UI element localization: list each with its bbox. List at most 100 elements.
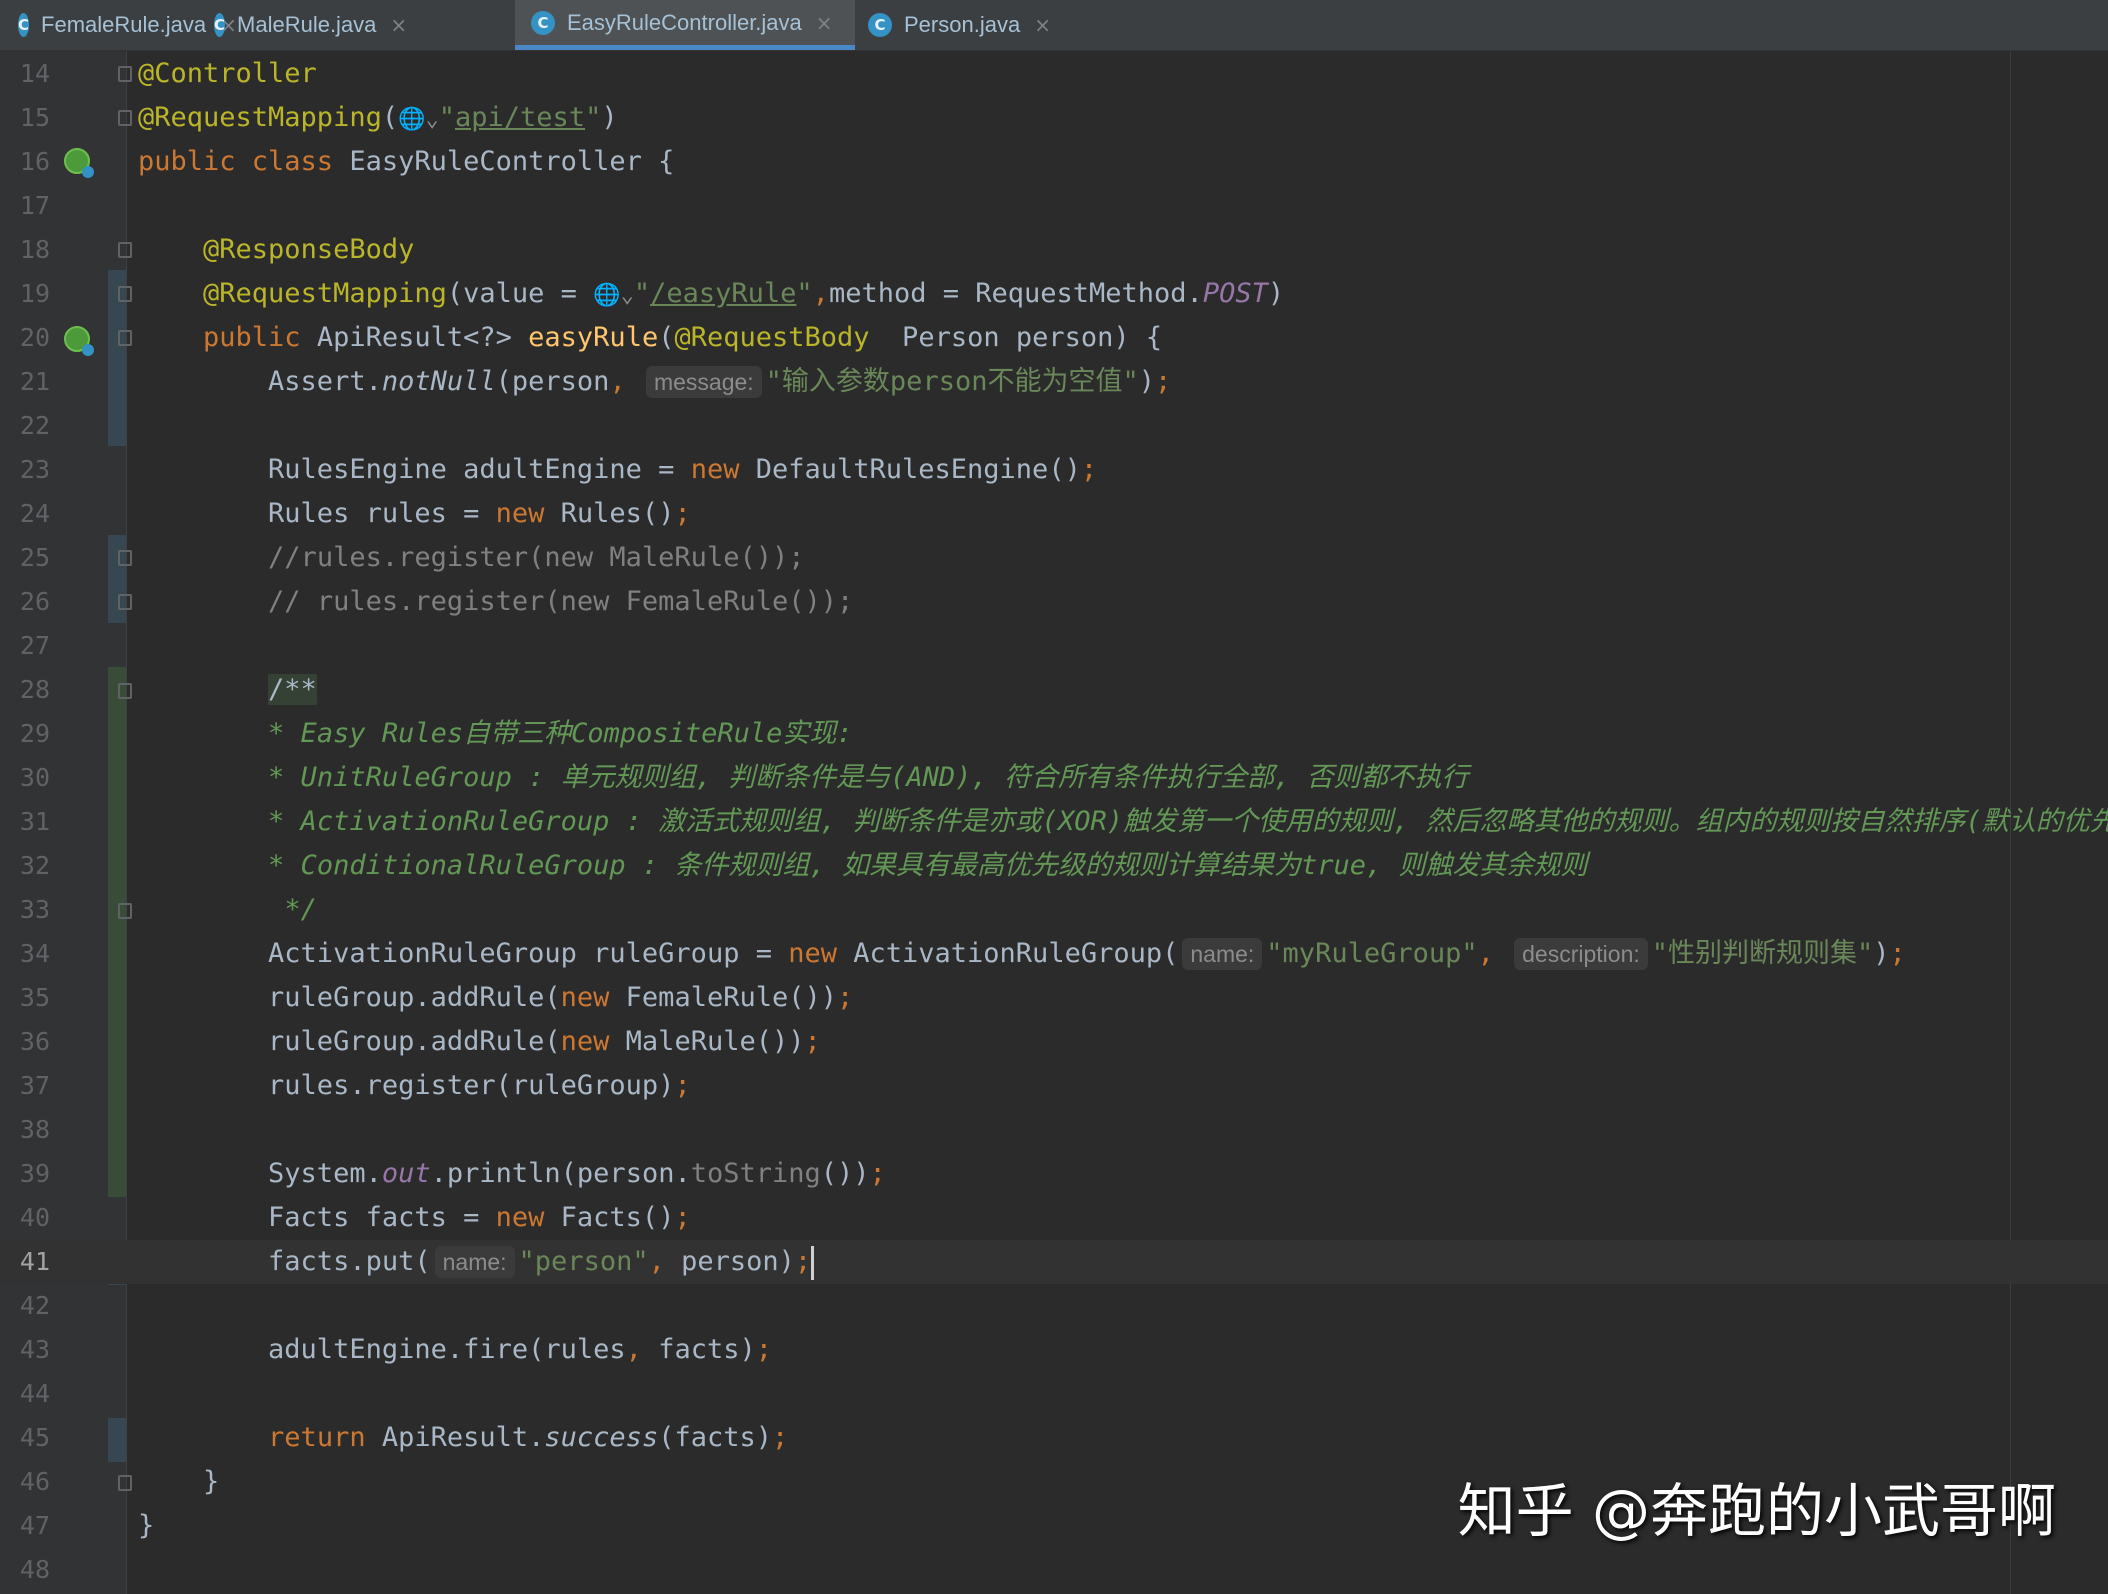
- line-number[interactable]: 19: [10, 272, 50, 316]
- code-line[interactable]: 30 * UnitRuleGroup : 单元规则组, 判断条件是与(AND),…: [0, 756, 2108, 800]
- code-text[interactable]: ActivationRuleGroup ruleGroup = new Acti…: [138, 932, 1906, 976]
- code-line[interactable]: 42: [0, 1284, 2108, 1328]
- code-line[interactable]: 27: [0, 624, 2108, 668]
- code-text[interactable]: @Controller: [138, 52, 317, 96]
- code-text[interactable]: * ActivationRuleGroup : 激活式规则组, 判断条件是亦或(…: [138, 800, 2108, 844]
- code-text[interactable]: @RequestMapping(value = 🌐⌄"/easyRule",me…: [138, 272, 1284, 318]
- line-number[interactable]: 20: [10, 316, 50, 360]
- code-text[interactable]: ruleGroup.addRule(new MaleRule());: [138, 1020, 821, 1064]
- tab-malerule[interactable]: C MaleRule.java ×: [214, 0, 407, 50]
- code-text[interactable]: facts.put(name: "person", person);: [138, 1240, 815, 1284]
- code-line[interactable]: 22: [0, 404, 2108, 448]
- code-text[interactable]: System.out.println(person.toString());: [138, 1152, 886, 1196]
- line-number[interactable]: 34: [10, 932, 50, 976]
- line-number[interactable]: 40: [10, 1196, 50, 1240]
- line-number[interactable]: 32: [10, 844, 50, 888]
- line-number[interactable]: 22: [10, 404, 50, 448]
- code-line[interactable]: 29 * Easy Rules自带三种CompositeRule实现:: [0, 712, 2108, 756]
- code-line[interactable]: 39 System.out.println(person.toString())…: [0, 1152, 2108, 1196]
- line-number[interactable]: 15: [10, 96, 50, 140]
- code-text[interactable]: return ApiResult.success(facts);: [138, 1416, 788, 1460]
- fold-marker-icon[interactable]: [118, 286, 132, 302]
- line-number[interactable]: 43: [10, 1328, 50, 1372]
- line-number[interactable]: 35: [10, 976, 50, 1020]
- fold-marker-icon[interactable]: [118, 683, 132, 699]
- url-globe-icon[interactable]: 🌐⌄: [593, 283, 634, 308]
- code-line[interactable]: 44: [0, 1372, 2108, 1416]
- code-line[interactable]: 48: [0, 1548, 2108, 1592]
- code-text[interactable]: public class EasyRuleController {: [138, 140, 674, 184]
- tab-easyrulecontroller[interactable]: C EasyRuleController.java ×: [515, 0, 855, 50]
- line-number[interactable]: 37: [10, 1064, 50, 1108]
- code-text[interactable]: RulesEngine adultEngine = new DefaultRul…: [138, 448, 1097, 492]
- tab-person[interactable]: C Person.java ×: [868, 0, 1058, 50]
- code-line[interactable]: 40 Facts facts = new Facts();: [0, 1196, 2108, 1240]
- code-text[interactable]: * UnitRuleGroup : 单元规则组, 判断条件是与(AND), 符合…: [138, 756, 1468, 800]
- code-text[interactable]: public ApiResult<?> easyRule(@RequestBod…: [138, 316, 1162, 360]
- line-number[interactable]: 45: [10, 1416, 50, 1460]
- url-globe-icon[interactable]: 🌐⌄: [398, 107, 439, 132]
- code-line[interactable]: 36 ruleGroup.addRule(new MaleRule());: [0, 1020, 2108, 1064]
- line-number[interactable]: 25: [10, 536, 50, 580]
- code-line[interactable]: 41 facts.put(name: "person", person);: [0, 1240, 2108, 1284]
- fold-marker-icon[interactable]: [118, 1475, 132, 1491]
- code-line[interactable]: 17: [0, 184, 2108, 228]
- code-text[interactable]: @RequestMapping(🌐⌄"api/test"): [138, 96, 618, 142]
- code-line[interactable]: 38: [0, 1108, 2108, 1152]
- line-number[interactable]: 17: [10, 184, 50, 228]
- code-line[interactable]: 18 @ResponseBody: [0, 228, 2108, 272]
- fold-marker-icon[interactable]: [118, 66, 132, 82]
- code-text[interactable]: rules.register(ruleGroup);: [138, 1064, 691, 1108]
- code-line[interactable]: 24 Rules rules = new Rules();: [0, 492, 2108, 536]
- fold-marker-icon[interactable]: [118, 550, 132, 566]
- code-line[interactable]: 16 public class EasyRuleController {: [0, 140, 2108, 184]
- line-number[interactable]: 48: [10, 1548, 50, 1592]
- line-number[interactable]: 42: [10, 1284, 50, 1328]
- code-line[interactable]: 23 RulesEngine adultEngine = new Default…: [0, 448, 2108, 492]
- code-text[interactable]: //rules.register(new MaleRule());: [138, 536, 804, 580]
- code-line[interactable]: 33 */: [0, 888, 2108, 932]
- fold-marker-icon[interactable]: [118, 330, 132, 346]
- close-icon[interactable]: ×: [1034, 13, 1051, 37]
- line-number[interactable]: 16: [10, 140, 50, 184]
- line-number[interactable]: 46: [10, 1460, 50, 1504]
- code-text[interactable]: Rules rules = new Rules();: [138, 492, 691, 536]
- code-text[interactable]: Assert.notNull(person, message: "输入参数pers…: [138, 360, 1171, 404]
- code-text[interactable]: }: [138, 1460, 219, 1504]
- close-icon[interactable]: ×: [390, 13, 407, 37]
- code-line[interactable]: 34 ActivationRuleGroup ruleGroup = new A…: [0, 932, 2108, 976]
- line-number[interactable]: 23: [10, 448, 50, 492]
- line-number[interactable]: 41: [10, 1240, 50, 1284]
- fold-marker-icon[interactable]: [118, 594, 132, 610]
- fold-marker-icon[interactable]: [118, 242, 132, 258]
- close-icon[interactable]: ×: [816, 11, 833, 35]
- code-line[interactable]: 31 * ActivationRuleGroup : 激活式规则组, 判断条件是…: [0, 800, 2108, 844]
- line-number[interactable]: 39: [10, 1152, 50, 1196]
- code-text[interactable]: * ConditionalRuleGroup : 条件规则组, 如果具有最高优先…: [138, 844, 1587, 888]
- code-line[interactable]: 32 * ConditionalRuleGroup : 条件规则组, 如果具有最…: [0, 844, 2108, 888]
- code-text[interactable]: Facts facts = new Facts();: [138, 1196, 691, 1240]
- code-text[interactable]: // rules.register(new FemaleRule());: [138, 580, 853, 624]
- code-text[interactable]: @ResponseBody: [138, 228, 414, 272]
- line-number[interactable]: 36: [10, 1020, 50, 1064]
- spring-endpoint-icon[interactable]: [64, 326, 94, 356]
- code-text[interactable]: ruleGroup.addRule(new FemaleRule());: [138, 976, 853, 1020]
- line-number[interactable]: 28: [10, 668, 50, 712]
- code-line[interactable]: 19 @RequestMapping(value = 🌐⌄"/easyRule"…: [0, 272, 2108, 316]
- tab-femalerule[interactable]: C FemaleRule.java ×: [18, 0, 237, 50]
- code-line[interactable]: 25 //rules.register(new MaleRule());: [0, 536, 2108, 580]
- line-number[interactable]: 21: [10, 360, 50, 404]
- fold-marker-icon[interactable]: [118, 110, 132, 126]
- line-number[interactable]: 31: [10, 800, 50, 844]
- code-line[interactable]: 20 public ApiResult<?> easyRule(@Request…: [0, 316, 2108, 360]
- line-number[interactable]: 26: [10, 580, 50, 624]
- line-number[interactable]: 29: [10, 712, 50, 756]
- line-number[interactable]: 44: [10, 1372, 50, 1416]
- code-line[interactable]: 14 @Controller: [0, 52, 2108, 96]
- line-number[interactable]: 14: [10, 52, 50, 96]
- code-line[interactable]: 21 Assert.notNull(person, message: "输入参数p…: [0, 360, 2108, 404]
- fold-marker-icon[interactable]: [118, 903, 132, 919]
- code-text[interactable]: }: [138, 1504, 154, 1548]
- code-text[interactable]: */: [138, 888, 317, 932]
- code-line[interactable]: 35 ruleGroup.addRule(new FemaleRule());: [0, 976, 2108, 1020]
